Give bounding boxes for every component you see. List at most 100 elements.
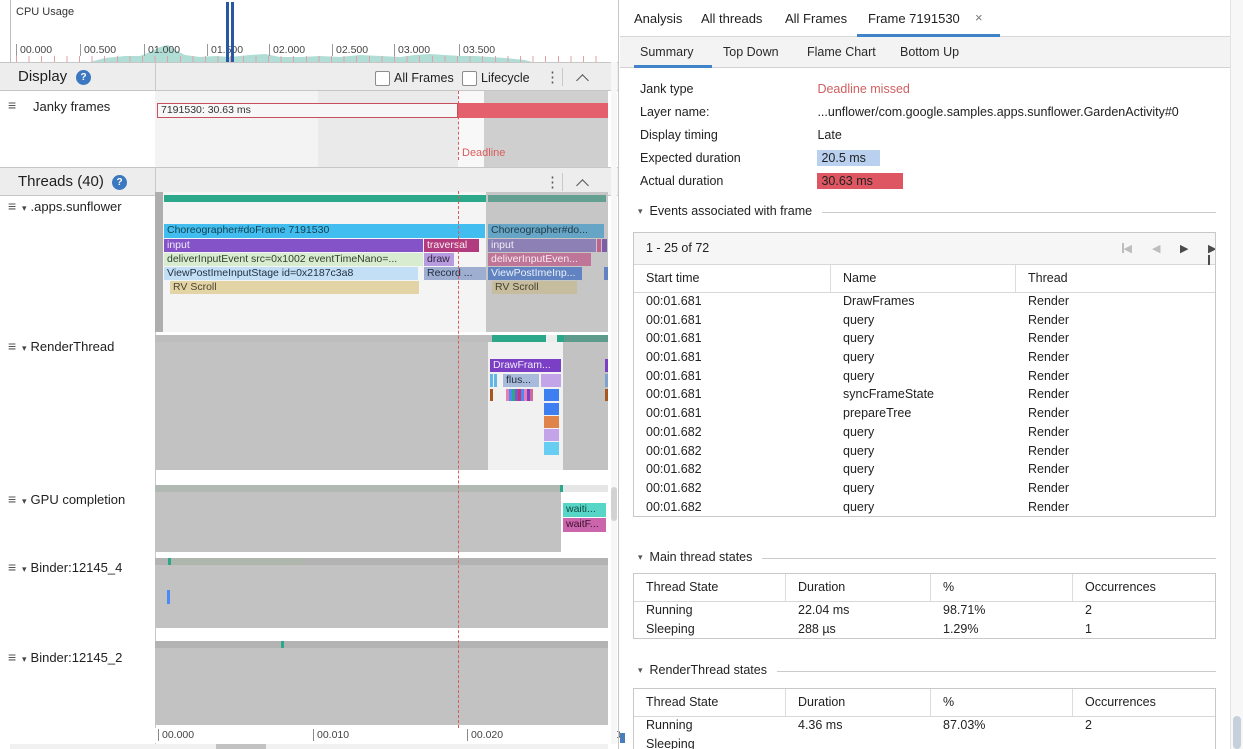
collapse-triangle-icon[interactable]: ▾	[638, 206, 643, 217]
render-states-section-header[interactable]: ▾ RenderThread states	[638, 663, 1216, 677]
column-header-percent[interactable]: %	[931, 574, 1073, 601]
column-header-thread-state[interactable]: Thread State	[634, 574, 786, 601]
trace-event[interactable]: ViewPostImeInp...	[488, 267, 582, 280]
column-header-name[interactable]: Name	[831, 265, 1016, 292]
table-row[interactable]: 00:01.682queryRender	[634, 443, 1215, 462]
events-section-header[interactable]: ▾ Events associated with frame	[638, 204, 1216, 218]
selection-range-handle-right[interactable]	[231, 2, 234, 62]
drag-handle-icon[interactable]: ≡	[8, 492, 16, 506]
column-header-occurrences[interactable]: Occurrences	[1073, 689, 1215, 716]
kebab-menu-icon[interactable]: ⋮	[545, 68, 560, 86]
collapse-chevron-icon[interactable]	[576, 74, 589, 87]
table-row[interactable]: 00:01.682queryRender	[634, 499, 1215, 517]
drag-handle-icon[interactable]: ≡	[8, 98, 16, 112]
column-header-occurrences[interactable]: Occurrences	[1073, 574, 1215, 601]
table-row[interactable]: 00:01.681queryRender	[634, 312, 1215, 331]
subtab-flame-chart[interactable]: Flame Chart	[807, 45, 876, 59]
expand-caret-icon[interactable]: ▾	[22, 654, 27, 664]
trace-event[interactable]: deliverInputEvent src=0x1002 eventTimeNa…	[164, 253, 423, 266]
column-header-thread[interactable]: Thread	[1016, 265, 1215, 292]
table-row[interactable]: Sleeping288 µs1.29%1	[634, 621, 1215, 639]
trace-event[interactable]: Choreographer#do...	[488, 224, 604, 238]
table-row[interactable]: 00:01.681queryRender	[634, 368, 1215, 387]
trace-event[interactable]: waiti...	[563, 503, 606, 517]
column-header-thread-state[interactable]: Thread State	[634, 689, 786, 716]
trace-event[interactable]: input	[164, 239, 423, 252]
selection-range-handle-left[interactable]	[226, 2, 229, 62]
trace-event[interactable]: draw	[424, 253, 454, 266]
trace-event[interactable]: deliverInputEven...	[488, 253, 591, 266]
expand-caret-icon[interactable]: ▾	[22, 343, 27, 353]
column-header-duration[interactable]: Duration	[786, 689, 931, 716]
table-row[interactable]: 00:01.682queryRender	[634, 424, 1215, 443]
thread-row-label[interactable]: ▾.apps.sunflower	[22, 198, 122, 216]
trace-event[interactable]: RV Scroll	[170, 281, 419, 294]
thread-row-label[interactable]: ▾GPU completion	[22, 491, 125, 509]
table-row[interactable]: 00:01.682queryRender	[634, 480, 1215, 499]
main-states-section-header[interactable]: ▾ Main thread states	[638, 550, 1216, 564]
panel-splitter[interactable]	[618, 0, 619, 749]
trace-event[interactable]: DrawFram...	[490, 359, 561, 372]
expand-caret-icon[interactable]: ▾	[22, 203, 27, 213]
drag-handle-icon[interactable]: ≡	[8, 199, 16, 213]
collapse-triangle-icon[interactable]: ▾	[638, 552, 643, 563]
column-header-start-time[interactable]: Start time	[634, 265, 831, 292]
table-row-clipped[interactable]: Sleeping	[634, 736, 1215, 749]
scrollbar-thumb[interactable]	[216, 744, 266, 749]
trace-event[interactable]: RV Scroll	[492, 281, 577, 294]
tab-frame-7191530[interactable]: Frame 7191530	[868, 11, 960, 26]
trace-event[interactable]: ViewPostImeInputStage id=0x2187c3a8	[164, 267, 418, 280]
help-icon[interactable]: ?	[112, 175, 127, 190]
collapse-triangle-icon[interactable]: ▾	[638, 665, 643, 676]
table-row[interactable]: 00:01.681queryRender	[634, 349, 1215, 368]
drag-handle-icon[interactable]: ≡	[8, 650, 16, 664]
subtab-bottom-up[interactable]: Bottom Up	[900, 45, 959, 59]
table-row[interactable]: 00:01.681syncFrameStateRender	[634, 386, 1215, 405]
table-row[interactable]: Running4.36 ms87.03%2	[634, 717, 1215, 736]
table-row[interactable]: 00:01.682queryRender	[634, 461, 1215, 480]
thread-row-label[interactable]: ▾Binder:12145_4	[22, 559, 122, 577]
tab-analysis[interactable]: Analysis	[634, 11, 682, 26]
column-header-duration[interactable]: Duration	[786, 574, 931, 601]
right-vertical-scrollbar[interactable]	[1230, 0, 1243, 749]
expand-caret-icon[interactable]: ▾	[22, 496, 27, 506]
kebab-menu-icon[interactable]: ⋮	[545, 173, 560, 191]
scrollbar-thumb[interactable]	[611, 487, 617, 521]
scrollbar-thumb[interactable]	[1233, 716, 1241, 749]
thread-row-label[interactable]: ▾Binder:12145_2	[22, 649, 122, 667]
horizontal-scrollbar[interactable]	[10, 744, 608, 749]
collapse-chevron-icon[interactable]	[576, 179, 589, 192]
all-frames-checkbox[interactable]	[375, 71, 390, 86]
tab-all-threads[interactable]: All threads	[701, 11, 762, 26]
trace-event[interactable]: waitF...	[563, 518, 606, 532]
trace-event[interactable]: Choreographer#doFrame 7191530	[164, 224, 485, 238]
lifecycle-checkbox[interactable]	[462, 71, 477, 86]
help-icon[interactable]: ?	[76, 70, 91, 85]
drag-handle-icon[interactable]: ≡	[8, 560, 16, 574]
left-vertical-scrollbar[interactable]	[611, 62, 617, 744]
trace-event[interactable]: input	[488, 239, 596, 252]
table-row[interactable]: 00:01.681prepareTreeRender	[634, 405, 1215, 424]
expand-caret-icon[interactable]: ▾	[22, 564, 27, 574]
drag-handle-icon[interactable]: ≡	[8, 339, 16, 353]
tab-all-frames[interactable]: All Frames	[785, 11, 847, 26]
last-page-button[interactable]: ▶	[1208, 242, 1216, 267]
janky-frames-label: Janky frames	[33, 99, 110, 114]
column-header-percent[interactable]: %	[931, 689, 1073, 716]
cpu-usage-minimap[interactable]: CPU Usage 00.00000.50001.00001.50002.000…	[0, 0, 618, 62]
prev-page-button[interactable]: ◀	[1152, 242, 1160, 255]
subtab-top-down[interactable]: Top Down	[723, 45, 779, 59]
close-icon[interactable]: ×	[975, 10, 983, 25]
subtab-summary[interactable]: Summary	[640, 45, 693, 59]
janky-frame-bar[interactable]: 7191530: 30.63 ms	[157, 103, 458, 118]
trace-event[interactable]: flus...	[503, 374, 539, 387]
table-row[interactable]: 00:01.681queryRender	[634, 330, 1215, 349]
table-row[interactable]: Running22.04 ms98.71%2	[634, 602, 1215, 621]
table-row[interactable]: 00:01.681DrawFramesRender	[634, 293, 1215, 312]
first-page-button[interactable]: ◀	[1122, 242, 1132, 255]
table-cell: 288 µs	[786, 621, 931, 639]
next-page-button[interactable]: ▶	[1180, 242, 1188, 255]
trace-event[interactable]: traversal	[424, 239, 479, 252]
trace-event[interactable]: Record ...	[424, 267, 486, 280]
thread-row-label[interactable]: ▾RenderThread	[22, 338, 114, 356]
